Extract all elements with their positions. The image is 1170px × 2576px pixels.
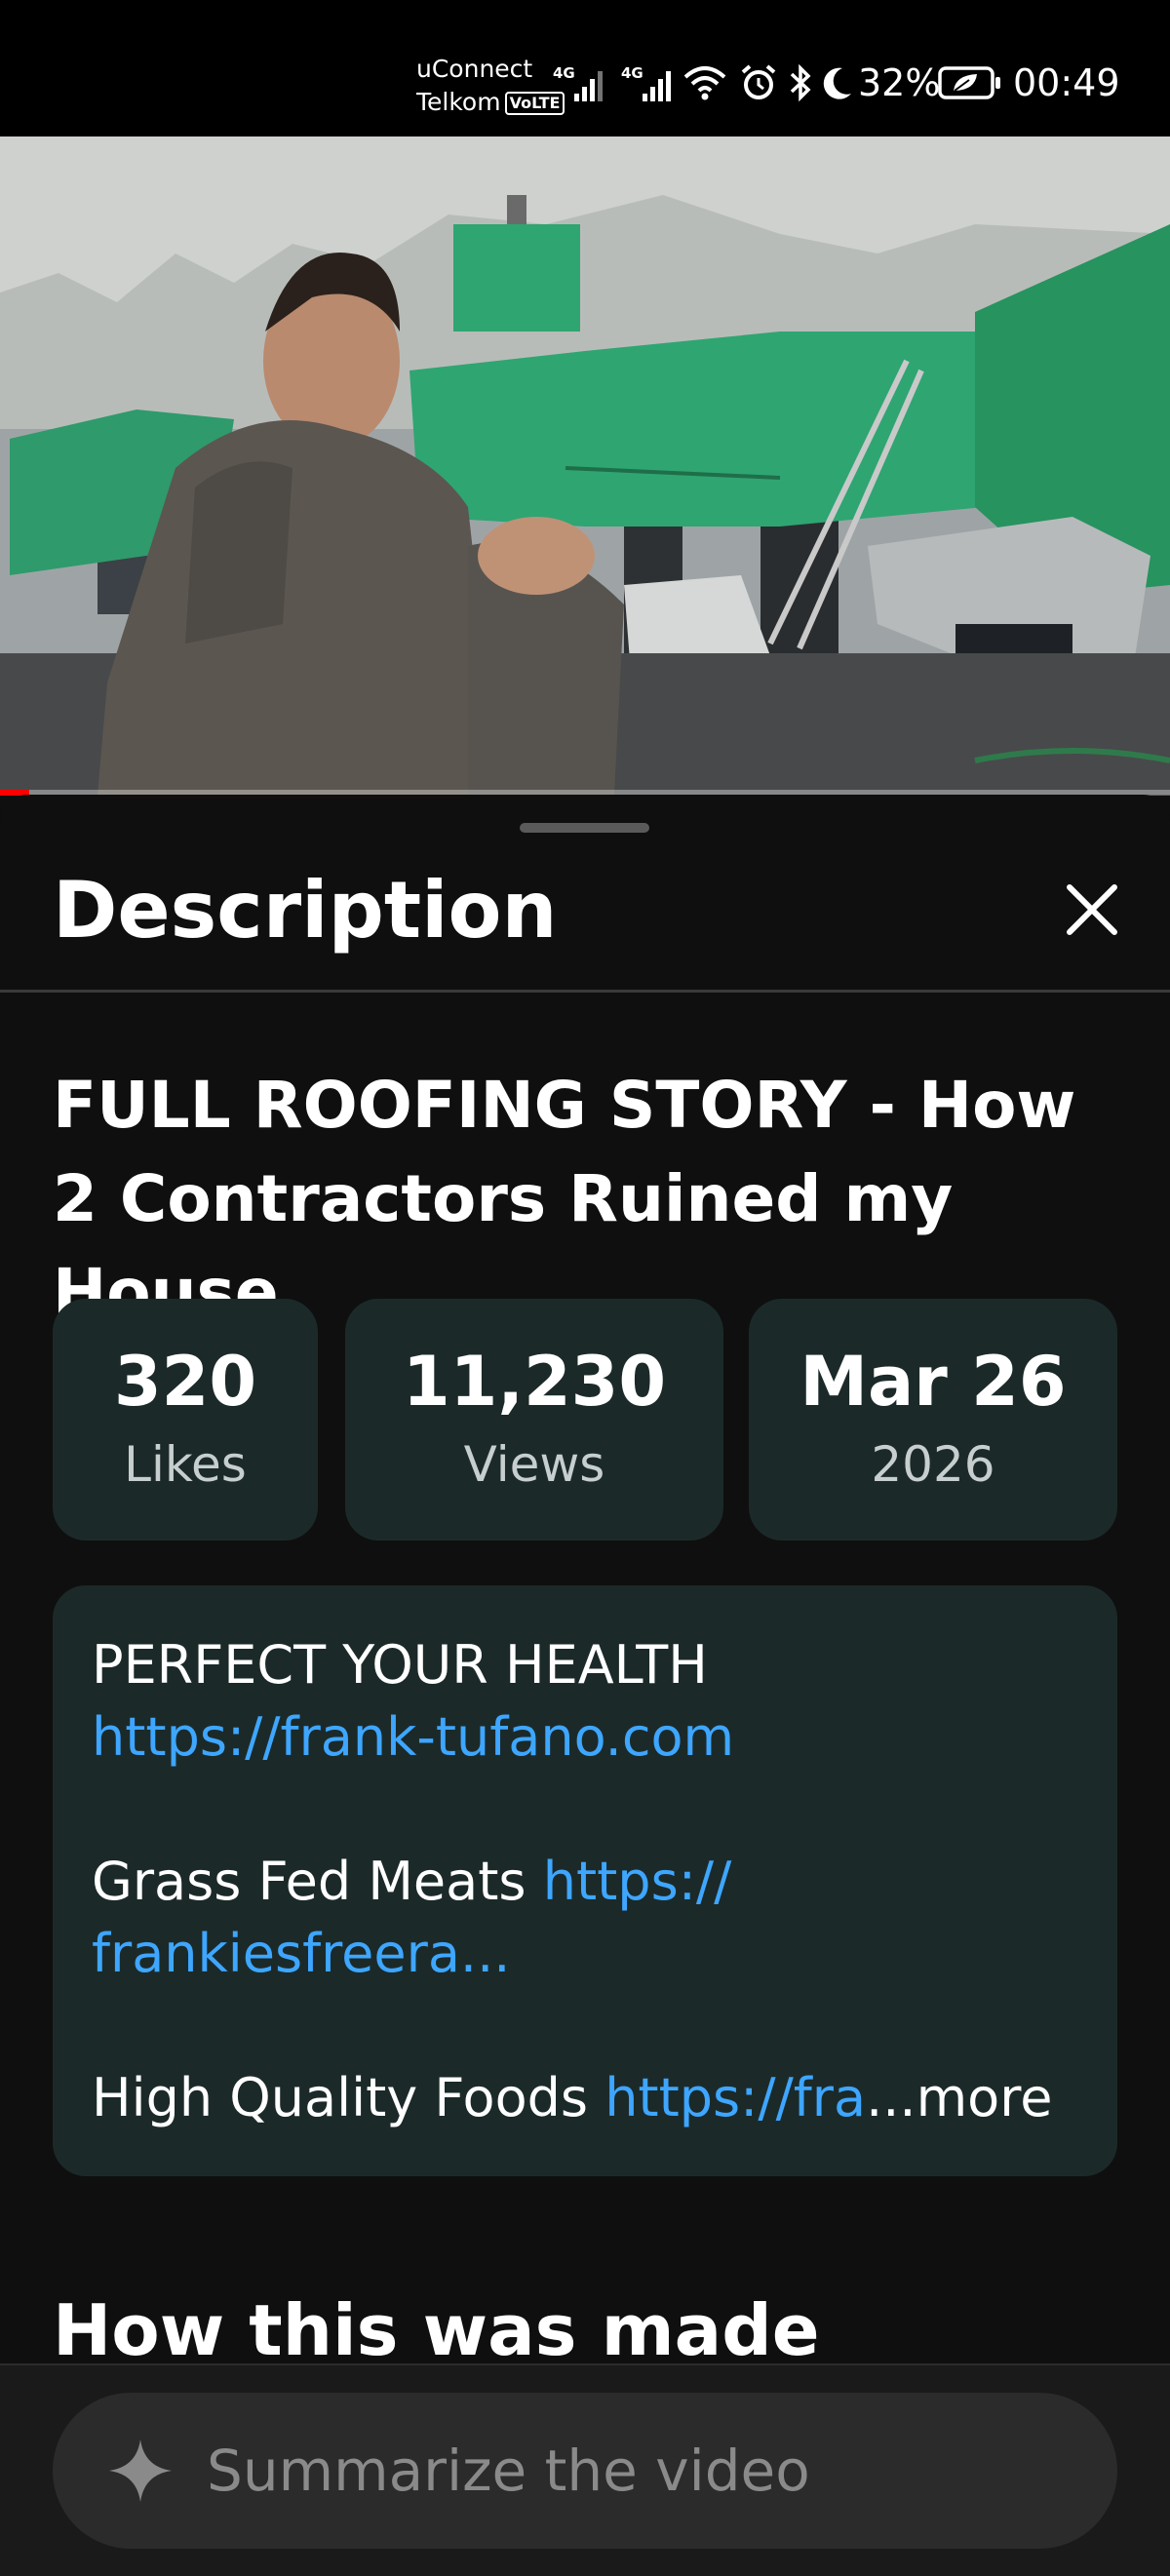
sheet-title: Description	[53, 865, 558, 956]
video-player[interactable]	[0, 137, 1170, 795]
bluetooth-icon	[788, 63, 813, 102]
status-icons	[682, 60, 854, 105]
signal-icon: 4G	[621, 64, 676, 101]
carrier-info: uConnect Telkom VoLTE	[416, 53, 566, 119]
battery-percent: 32%	[858, 61, 941, 104]
description-link[interactable]: frankiesfreera...	[92, 1923, 510, 1984]
close-icon	[1067, 884, 1117, 935]
description-link[interactable]: https://fra	[604, 2067, 866, 2128]
likes-label: Likes	[124, 1436, 247, 1493]
year-label: 2026	[871, 1436, 995, 1493]
alarm-icon	[739, 63, 778, 102]
description-link[interactable]: https://	[543, 1851, 732, 1912]
summarize-button[interactable]: Summarize the video	[53, 2393, 1117, 2549]
close-button[interactable]	[1058, 876, 1126, 944]
description-line: Grass Fed Meats	[92, 1851, 526, 1912]
views-value: 11,230	[402, 1342, 667, 1422]
description-line: PERFECT YOUR HEALTH	[92, 1634, 708, 1696]
carrier-1: uConnect	[416, 55, 533, 83]
likes-stat: 320 Likes	[53, 1299, 318, 1541]
battery-icon	[938, 60, 1002, 105]
carrier-2: Telkom	[416, 88, 501, 116]
more-button[interactable]: ...more	[866, 2067, 1052, 2128]
video-thumbnail	[0, 137, 1170, 795]
summarize-placeholder: Summarize the video	[207, 2438, 810, 2504]
views-stat: 11,230 Views	[345, 1299, 723, 1541]
status-bar: uConnect Telkom VoLTE 4G 4G 32% 00:49	[0, 0, 1170, 137]
description-text: PERFECT YOUR HEALTH https://frank-tufano…	[92, 1629, 1096, 2134]
date-stat: Mar 26 2026	[749, 1299, 1117, 1541]
date-value: Mar 26	[800, 1342, 1067, 1422]
wifi-icon	[682, 63, 727, 102]
likes-value: 320	[113, 1342, 257, 1422]
clock: 00:49	[1013, 61, 1120, 104]
signal-icon: 4G	[553, 64, 607, 101]
video-title: FULL ROOFING STORY - How 2 Contractors R…	[53, 1068, 1076, 1330]
description-box[interactable]: PERFECT YOUR HEALTH https://frank-tufano…	[53, 1585, 1117, 2176]
views-label: Views	[463, 1436, 605, 1493]
moon-icon	[821, 63, 854, 102]
drag-handle[interactable]	[520, 823, 649, 833]
description-link[interactable]: https://frank-tufano.com	[92, 1706, 734, 1768]
description-line: High Quality Foods	[92, 2067, 589, 2128]
divider	[0, 990, 1170, 993]
sparkle-icon	[109, 2439, 172, 2502]
